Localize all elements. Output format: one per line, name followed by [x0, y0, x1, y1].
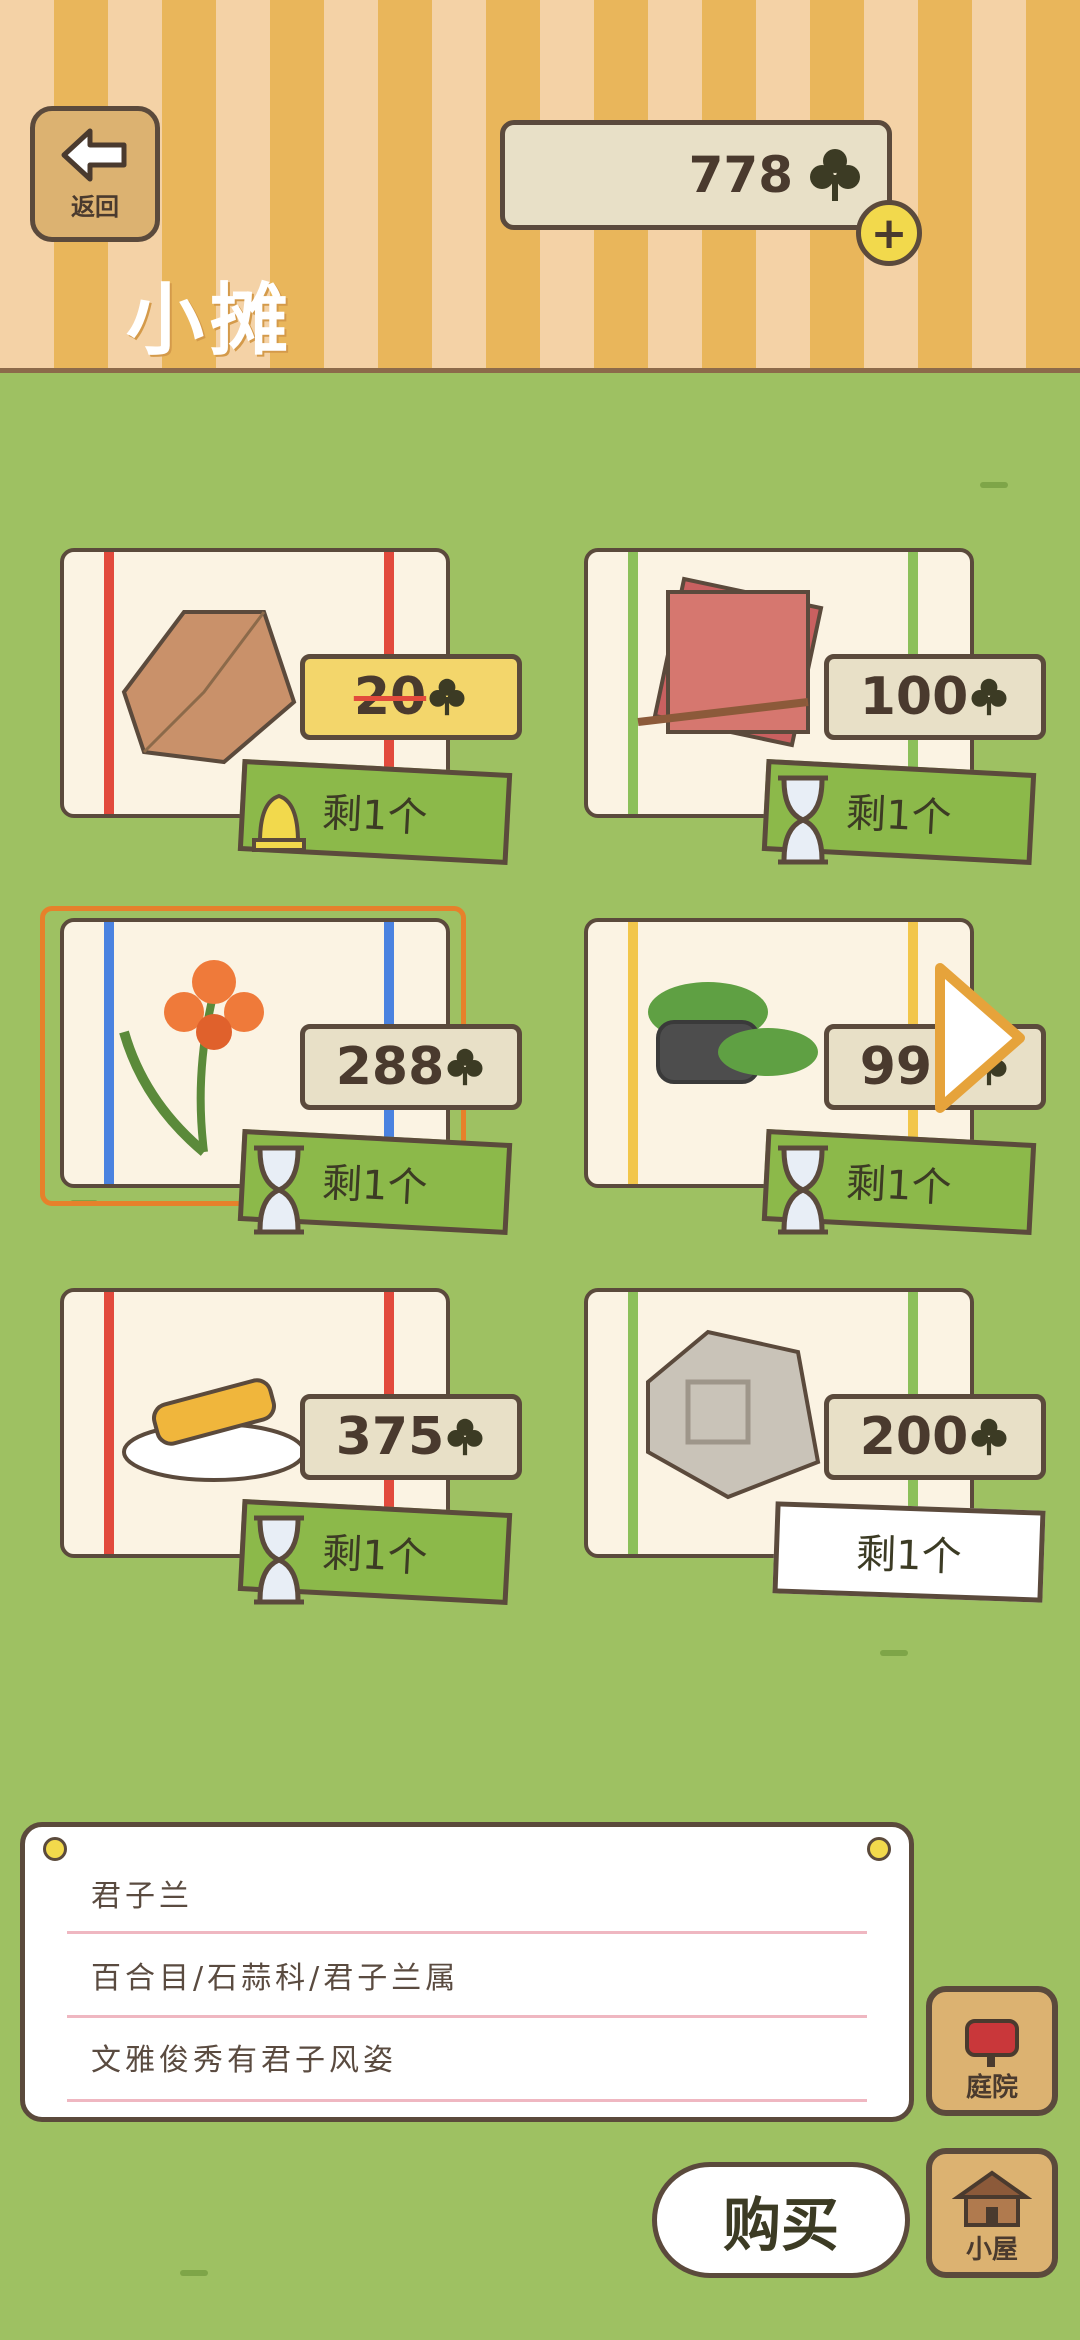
add-clover-button[interactable]: + [856, 200, 922, 266]
buy-button[interactable]: 购买 [652, 2162, 910, 2278]
item-category: 百合目/石蒜科/君子兰属 [91, 1961, 460, 1996]
price-value: 288 [335, 1037, 445, 1097]
item-description-text: 文雅俊秀有君子风姿 [91, 2043, 397, 2078]
back-button[interactable]: 返回 [30, 106, 160, 242]
price-tag: 288 [300, 1024, 522, 1110]
remaining-text: 剩1个 [844, 1160, 953, 1212]
pin-icon [43, 1837, 67, 1861]
price-tag: 100 [824, 654, 1046, 740]
shop-item-card[interactable]: 375 剩1个 [40, 1288, 522, 1608]
pin-icon [867, 1837, 891, 1861]
next-page-arrow-icon[interactable] [930, 958, 1030, 1118]
price-tag: 200 [824, 1394, 1046, 1480]
shop-item-card[interactable]: 200 剩1个 [564, 1288, 1046, 1608]
mailbox-icon [965, 2019, 1019, 2067]
price-tag: 375 [300, 1394, 522, 1480]
item-name: 君子兰 [91, 1879, 193, 1914]
bell-icon [252, 793, 306, 852]
stone-tablet-icon [646, 1329, 821, 1500]
shop-item-card[interactable]: 100 剩1个 [564, 548, 1046, 868]
remaining-text: 剩1个 [320, 1160, 429, 1212]
hourglass-icon [778, 775, 828, 865]
clover-count: 778 [688, 146, 793, 204]
yard-label: 庭院 [965, 2073, 1018, 2103]
remaining-label: 剩1个 [772, 1501, 1046, 1603]
remaining-text: 剩1个 [320, 1530, 429, 1582]
remaining-text: 剩1个 [320, 790, 429, 842]
red-paper-icon [637, 576, 824, 748]
clivia-flower-icon [119, 960, 264, 1156]
remaining-text: 剩1个 [844, 790, 953, 842]
moss-pot-icon [648, 982, 818, 1084]
clover-icon [447, 1048, 483, 1086]
grass-decoration [180, 2270, 208, 2276]
grass-decoration [880, 1650, 908, 1656]
divider [67, 2015, 867, 2018]
hourglass-icon [254, 1515, 304, 1605]
mat-stripe [104, 1292, 114, 1554]
shop-item-card-selected[interactable]: 288 剩1个 [40, 906, 522, 1238]
remaining-text: 剩1个 [855, 1531, 963, 1581]
lunch-bag-icon [121, 610, 297, 765]
shop-item-card[interactable]: 20 剩1个 [40, 548, 522, 868]
clover-icon [429, 678, 465, 716]
house-icon [952, 2170, 1032, 2227]
divider [67, 1931, 867, 1934]
hourglass-icon [254, 1145, 304, 1235]
house-label: 小屋 [965, 2235, 1018, 2265]
price-tag: 20 [300, 654, 522, 740]
clover-icon [971, 1418, 1007, 1456]
price-value: 100 [859, 667, 969, 727]
house-button[interactable]: 小屋 [926, 2148, 1058, 2278]
item-description-panel: 君子兰 百合目/石蒜科/君子兰属 文雅俊秀有君子风姿 [20, 1822, 914, 2122]
clover-counter: 778 [500, 120, 892, 230]
price-value: 375 [335, 1407, 445, 1467]
page-title: 小摊 [126, 276, 295, 366]
grass-decoration [980, 482, 1008, 488]
back-arrow-icon [61, 128, 127, 181]
back-label: 返回 [71, 192, 119, 221]
clover-icon [810, 149, 860, 201]
price-value: 200 [859, 1407, 969, 1467]
divider [67, 2099, 867, 2102]
hourglass-icon [778, 1145, 828, 1235]
yard-button[interactable]: 庭院 [926, 1986, 1058, 2116]
clover-icon [971, 678, 1007, 716]
price-value: 20 [353, 667, 427, 727]
clover-icon [447, 1418, 483, 1456]
